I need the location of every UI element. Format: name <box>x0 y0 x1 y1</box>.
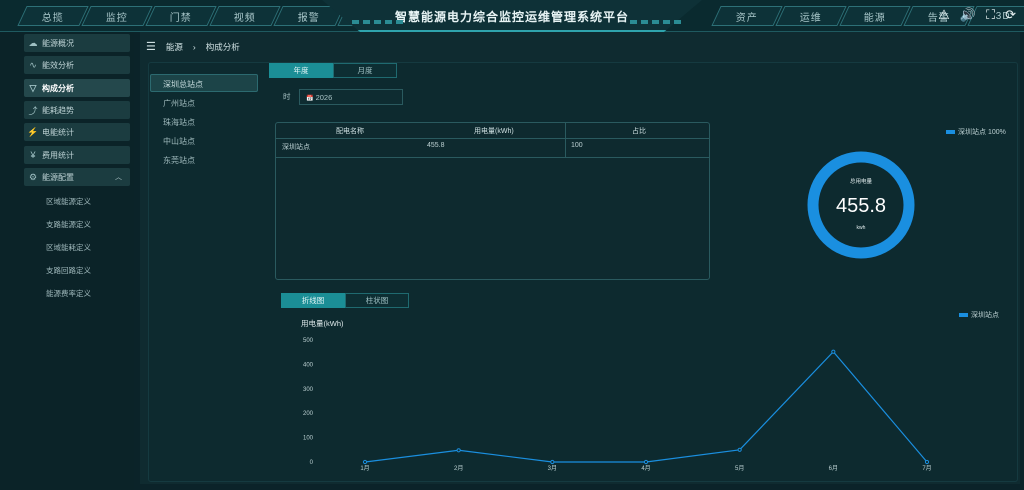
data-point[interactable] <box>643 459 649 465</box>
date-value: 2026 <box>315 93 333 102</box>
series-line <box>364 350 928 463</box>
sidebar-subitem-branch-circuit[interactable]: 支路回路定义 <box>46 265 91 276</box>
table-cell-usage: 455.8 <box>427 142 445 149</box>
nav-tab-monitor[interactable]: 监控 <box>81 6 153 26</box>
title-decoration-left <box>352 20 403 24</box>
lightning-icon: ⚡ <box>27 126 39 137</box>
sidebar-item-power-stats[interactable]: ⚡ 电能统计 <box>24 123 130 141</box>
y-tick-label: 500 <box>303 338 314 344</box>
donut-chart: 深圳站点 100% 总用电量 455.8 kwh <box>716 122 1016 282</box>
yen-icon: ¥ <box>30 150 36 160</box>
y-tick-label: 200 <box>303 411 314 417</box>
station-item[interactable]: 中山站点 <box>163 136 195 147</box>
data-point[interactable] <box>831 349 836 354</box>
donut-center-value: 455.8 <box>836 195 886 217</box>
fullscreen-icon[interactable]: ⛶ <box>986 7 995 23</box>
sidebar-item-composition[interactable]: ▽ 构成分析 <box>24 79 130 97</box>
data-point[interactable] <box>550 459 555 465</box>
legend-swatch <box>946 130 955 134</box>
x-tick-label: 2月 <box>454 465 463 472</box>
menu-toggle-icon[interactable]: ☰ <box>146 40 156 53</box>
y-axis-label: 用电量(kWh) <box>301 318 344 328</box>
table-header-ratio: 占比 <box>632 128 646 135</box>
tab-year[interactable]: 年度 <box>269 63 333 78</box>
gear-icon: ⚙ <box>28 171 38 182</box>
nav-tab-access[interactable]: 门禁 <box>145 6 217 26</box>
nav-tab-overview[interactable]: 总揽 <box>17 6 89 26</box>
line-chart: 用电量(kWh) 深圳站点 0 100 200 300 400 500 1月 2月 3月 4月 5月… <box>301 310 999 472</box>
station-item[interactable]: 东莞站点 <box>163 155 195 166</box>
station-item-selected[interactable]: 深圳总站点 <box>150 74 258 92</box>
x-tick-label: 1月 <box>360 465 369 472</box>
station-item[interactable]: 珠海站点 <box>163 117 195 128</box>
x-tick-label: 5月 <box>735 465 744 472</box>
pulse-icon: ∿ <box>29 59 37 70</box>
data-point[interactable] <box>362 459 368 465</box>
data-point[interactable] <box>924 459 930 465</box>
donut-center-unit: kwh <box>857 225 866 231</box>
date-label: 时 <box>283 92 291 101</box>
nav-tab-energy[interactable]: 能源 <box>839 6 911 26</box>
x-tick-label: 7月 <box>922 465 931 472</box>
row-divider <box>276 157 709 158</box>
time-tabs: 年度 月度 <box>269 63 397 78</box>
filter-icon: ▽ <box>29 82 37 93</box>
station-item[interactable]: 广州站点 <box>163 98 195 109</box>
trend-icon: ⤴ <box>28 105 38 116</box>
table-header-usage: 用电量(kWh) <box>474 128 514 135</box>
alert-icon[interactable]: ⚠ <box>938 7 950 23</box>
sidebar-item-efficiency[interactable]: ∿ 能效分析 <box>24 56 130 74</box>
refresh-icon[interactable]: ⟳ <box>1005 7 1016 23</box>
series-legend: 深圳站点 <box>971 310 999 319</box>
sidebar-item-trend[interactable]: ⤴ 能耗趋势 <box>24 101 130 119</box>
sidebar-subitem-branch-energy[interactable]: 支路能源定义 <box>46 219 91 230</box>
breadcrumb-root[interactable]: 能源 <box>166 41 183 53</box>
x-tick-label: 6月 <box>829 465 838 472</box>
chevron-up-icon: ︿ <box>115 174 122 181</box>
table-cell-ratio: 100 <box>571 142 583 149</box>
date-picker[interactable]: 📅 2026 <box>299 89 403 105</box>
breadcrumb: ☰ 能源 › 构成分析 <box>146 40 240 53</box>
volume-icon[interactable]: 🔊 <box>960 7 976 23</box>
y-tick-label: 400 <box>303 362 314 368</box>
sidebar-subitem-energy-rate[interactable]: 能源费率定义 <box>46 288 91 299</box>
header-tools: ⚠ 🔊 ⛶ ⟳ <box>938 7 1016 23</box>
tab-month[interactable]: 月度 <box>333 63 397 78</box>
legend-swatch <box>959 313 968 317</box>
data-point[interactable] <box>737 447 742 452</box>
y-tick-label: 0 <box>310 460 314 466</box>
nav-tab-assets[interactable]: 资产 <box>711 6 783 26</box>
table-header-name: 配电名称 <box>336 128 364 135</box>
x-tick-label: 4月 <box>641 465 650 472</box>
donut-center-label: 总用电量 <box>850 177 873 185</box>
calendar-icon: 📅 <box>306 96 314 102</box>
breadcrumb-current: 构成分析 <box>205 41 240 52</box>
sidebar-item-energy-overview[interactable]: ☁ 能源概况 <box>24 34 130 52</box>
donut-legend: 深圳站点 100% <box>958 127 1006 136</box>
data-point[interactable] <box>456 448 461 453</box>
sidebar-item-cost-stats[interactable]: ¥ 费用统计 <box>24 146 130 164</box>
cloud-icon: ☁ <box>28 37 38 48</box>
nav-tab-maintenance[interactable]: 运维 <box>775 6 847 26</box>
nav-tab-video[interactable]: 视频 <box>209 6 281 26</box>
composition-table: 配电名称 用电量(kWh) 占比 深圳站点 455.8 100 <box>275 122 710 280</box>
sidebar-item-energy-config[interactable]: ⚙ 能源配置 ︿ <box>24 168 130 186</box>
table-cell-name: 深圳站点 <box>282 144 310 151</box>
sidebar-subitem-area-consumption[interactable]: 区域能耗定义 <box>46 242 91 253</box>
chevron-right-icon: › <box>192 41 196 52</box>
sidebar-subitem-area-energy[interactable]: 区域能源定义 <box>46 196 91 207</box>
y-tick-label: 100 <box>303 436 314 442</box>
donut-svg: 深圳站点 100% 总用电量 455.8 kwh <box>807 127 1006 259</box>
title-decoration-right <box>630 20 681 24</box>
column-divider <box>565 123 566 157</box>
y-tick-label: 300 <box>303 387 314 393</box>
x-tick-label: 3月 <box>548 465 557 472</box>
